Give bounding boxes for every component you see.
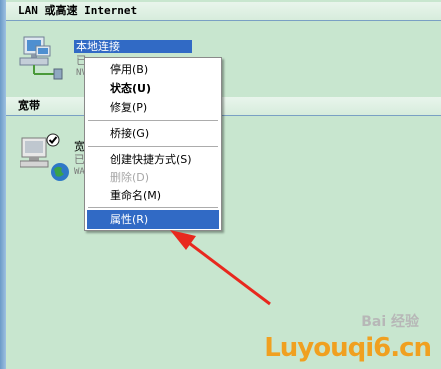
site-watermark: Luyouqi6.cn: [264, 333, 432, 363]
baidu-watermark: Bai 经验: [361, 314, 419, 330]
